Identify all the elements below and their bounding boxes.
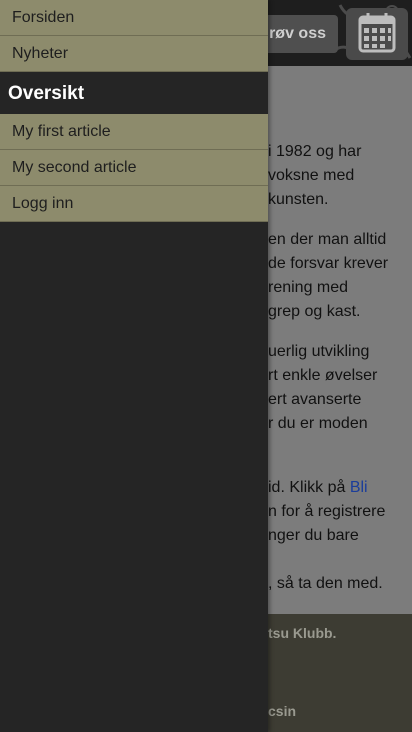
nav-item-second-article[interactable]: My second article [0,150,268,186]
content-line: ert avanserte [268,391,362,408]
content-line: , så ta den med. [268,575,383,592]
nav-item-first-article[interactable]: My first article [0,114,268,150]
content-line: rening med [268,279,349,296]
content-line: id. Klikk på Bli [268,476,408,500]
content-line: n for å registrere [268,503,386,520]
navigation-drawer: Forsiden Nyheter Oversikt My first artic… [0,0,268,732]
calendar-icon [358,13,396,53]
footer-credit: csin [268,703,297,719]
nav-section-title: Oversikt [0,72,268,114]
content-line: en der man alltid [268,231,387,248]
content-line: uerlig utvikling [268,343,370,360]
footer-club-name: tsu Klubb. [268,625,337,641]
content-line: kunsten. [268,191,329,208]
nav-item-nyheter[interactable]: Nyheter [0,36,268,72]
content-text: id. Klikk på [268,479,350,496]
register-link[interactable]: Bli [350,479,368,496]
content-line: nger du bare [268,527,359,544]
content-line: r du er moden [268,415,368,432]
nav-item-forsiden[interactable]: Forsiden [0,0,268,36]
content-line: i 1982 og har [268,143,362,160]
content-line: voksne med [268,167,355,184]
content-line: grep og kast. [268,303,361,320]
nav-item-login[interactable]: Logg inn [0,186,268,222]
content-line: de forsvar krever [268,255,389,272]
content-line: rt enkle øvelser [268,367,378,384]
calendar-button[interactable] [346,8,408,60]
